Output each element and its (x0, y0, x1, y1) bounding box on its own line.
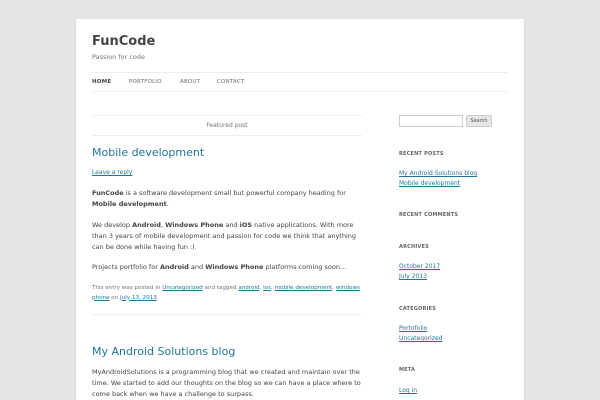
text: This entry was posted in (92, 285, 163, 291)
text: . (156, 294, 159, 301)
post1-paragraph-3: Projects portfolio for Android and Windo… (92, 262, 364, 273)
archives-title: ARCHIVES (399, 244, 429, 250)
text-bold: Android (132, 221, 161, 229)
post1-paragraph-2: We develop Android, Windows Phone and iO… (92, 220, 364, 253)
recent-post-link-2[interactable]: Mobile development (399, 180, 460, 187)
post-separator (92, 314, 362, 315)
recent-post-link-1[interactable]: My Android Solutions blog (399, 170, 477, 177)
post2-paragraph: MyAndroidSolutions is a programming blog… (92, 368, 361, 398)
categories-title: CATEGORIES (399, 306, 437, 312)
post-date-link[interactable]: July 13, 2013 (120, 295, 157, 301)
tag-link-ios[interactable]: ios (263, 285, 271, 291)
text: and tagged (202, 285, 239, 291)
text-bold: Windows Phone (205, 263, 264, 271)
text: platforms coming soon… (263, 263, 347, 271)
nav-contact[interactable]: CONTACT (217, 79, 244, 85)
post-title-mobile-development[interactable]: Mobile development (92, 146, 204, 159)
category-link-portofolio[interactable]: Portofolio (399, 325, 427, 332)
post1-paragraph-1: FunCode is a software development small … (92, 188, 364, 210)
text: We develop (92, 221, 133, 229)
archive-link-october-2017[interactable]: October 2017 (399, 263, 440, 270)
text-bold: Windows Phone (165, 221, 224, 229)
text: and (223, 221, 240, 229)
search-input[interactable] (399, 115, 463, 127)
archive-link-july-2013[interactable]: July 2013 (399, 273, 427, 280)
main-navigation: HOME PORTFOLIO ABOUT CONTACT (92, 72, 508, 92)
leave-reply-link[interactable]: Leave a reply (92, 169, 132, 176)
nav-portfolio[interactable]: PORTFOLIO (129, 79, 162, 85)
nav-about[interactable]: ABOUT (180, 79, 200, 85)
text-bold: iOS (239, 221, 253, 229)
featured-post-label: Featured post (92, 115, 362, 136)
tag-link-android[interactable]: android (238, 285, 259, 291)
text: Projects portfolio for (92, 263, 160, 271)
recent-posts-title: RECENT POSTS (399, 151, 444, 157)
nav-home[interactable]: HOME (92, 79, 111, 85)
post-title-my-android-solutions-blog[interactable]: My Android Solutions blog (92, 345, 235, 358)
text: is a software development small but powe… (123, 189, 346, 197)
tag-link-mobile-development[interactable]: mobile development (275, 285, 333, 291)
text-bold: Mobile development (92, 200, 167, 208)
post1-entry-meta: This entry was posted in Uncategorized a… (92, 285, 360, 301)
text-bold: Android (159, 263, 189, 271)
text: on (109, 294, 121, 301)
text: . (166, 200, 169, 208)
login-link[interactable]: Log in (399, 387, 417, 394)
recent-comments-title: RECENT COMMENTS (399, 212, 459, 218)
category-link[interactable]: Uncategorized (162, 285, 203, 291)
category-link-uncategorized[interactable]: Uncategorized (399, 335, 442, 342)
brand-name: FunCode (92, 189, 124, 197)
text: and (188, 263, 206, 271)
meta-title: META (399, 367, 416, 373)
site-description: Passion for code (92, 53, 146, 61)
search-button[interactable]: Search (466, 115, 492, 127)
page-container: FunCode Passion for code HOME PORTFOLIO … (76, 19, 524, 400)
site-title[interactable]: FunCode (92, 34, 155, 49)
